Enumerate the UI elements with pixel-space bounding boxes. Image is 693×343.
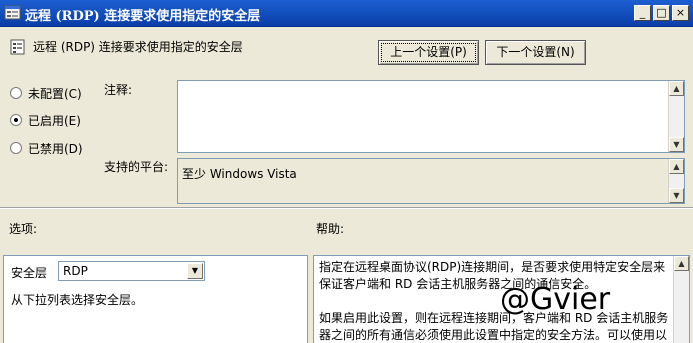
close-button[interactable]: ×	[672, 5, 689, 21]
minimize-button[interactable]: _	[634, 5, 651, 21]
radio-disabled[interactable]: 已禁用(D)	[10, 140, 83, 156]
title-bar: 远程 (RDP) 连接要求使用指定的安全层 _ □ ×	[0, 0, 693, 27]
up-arrow-icon[interactable]: ▲	[674, 256, 689, 271]
security-layer-label: 安全层	[11, 266, 48, 280]
help-line: 器之间的所有通信必须使用此设置中指定的安全方法。可以使用以	[319, 328, 668, 342]
radio-not-configured-circle[interactable]	[10, 87, 22, 99]
options-label: 选项:	[9, 222, 38, 236]
next-setting-button[interactable]: 下一个设置(N)	[485, 40, 586, 65]
previous-setting-button[interactable]: 上一个设置(P)	[378, 40, 479, 65]
supported-scrollbar[interactable]: ▲ ▼	[668, 159, 684, 203]
radio-enabled[interactable]: 已启用(E)	[10, 112, 81, 128]
down-arrow-icon[interactable]: ▼	[669, 137, 684, 152]
radio-disabled-circle[interactable]	[10, 142, 22, 154]
comment-scrollbar[interactable]: ▲ ▼	[668, 81, 684, 152]
radio-not-configured-label: 未配置(C)	[28, 86, 82, 101]
up-arrow-icon[interactable]: ▲	[669, 159, 684, 174]
help-label: 帮助:	[316, 222, 345, 236]
help-line: 保证客户端和 RD 会话主机服务器之间的通信安全。	[319, 277, 597, 291]
dialog-body: 远程 (RDP) 连接要求使用指定的安全层 上一个设置(P) 下一个设置(N) …	[0, 27, 693, 343]
supported-on-value: 至少 Windows Vista	[182, 167, 297, 181]
up-arrow-icon[interactable]: ▲	[669, 81, 684, 96]
setting-title: 远程 (RDP) 连接要求使用指定的安全层	[33, 40, 243, 54]
comment-field[interactable]: ▲ ▼	[177, 80, 685, 153]
down-arrow-icon[interactable]: ▼	[669, 188, 684, 203]
supported-on-label: 支持的平台:	[104, 160, 169, 174]
policy-icon	[4, 5, 21, 20]
setting-icon	[10, 39, 25, 55]
window-title: 远程 (RDP) 连接要求使用指定的安全层	[25, 9, 261, 24]
help-text: 指定在远程桌面协议(RDP)连接期间，是否要求使用特定安全层来 保证客户端和 R…	[319, 259, 669, 343]
options-panel: 安全层 RDP ▼ 从下拉列表选择安全层。	[3, 255, 308, 343]
chevron-down-icon[interactable]: ▼	[187, 263, 203, 279]
help-line: 如果启用此设置，则在远程连接期间，客户端和 RD 会话主机服务	[319, 311, 669, 325]
supported-on-field: 至少 Windows Vista ▲ ▼	[177, 158, 685, 204]
radio-enabled-label: 已启用(E)	[28, 113, 81, 128]
help-scrollbar[interactable]: ▲	[673, 256, 689, 343]
watermark-text: @Gvier	[500, 282, 611, 317]
comment-label: 注释:	[104, 83, 133, 97]
security-layer-value: RDP	[63, 264, 88, 278]
radio-enabled-circle[interactable]	[10, 114, 22, 126]
separator	[0, 207, 693, 209]
help-line: 指定在远程桌面协议(RDP)连接期间，是否要求使用特定安全层来	[319, 260, 666, 274]
radio-disabled-label: 已禁用(D)	[28, 141, 83, 156]
radio-not-configured[interactable]: 未配置(C)	[10, 85, 82, 101]
security-layer-hint: 从下拉列表选择安全层。	[11, 293, 144, 307]
maximize-button[interactable]: □	[653, 5, 670, 21]
security-layer-select[interactable]: RDP ▼	[58, 261, 205, 281]
